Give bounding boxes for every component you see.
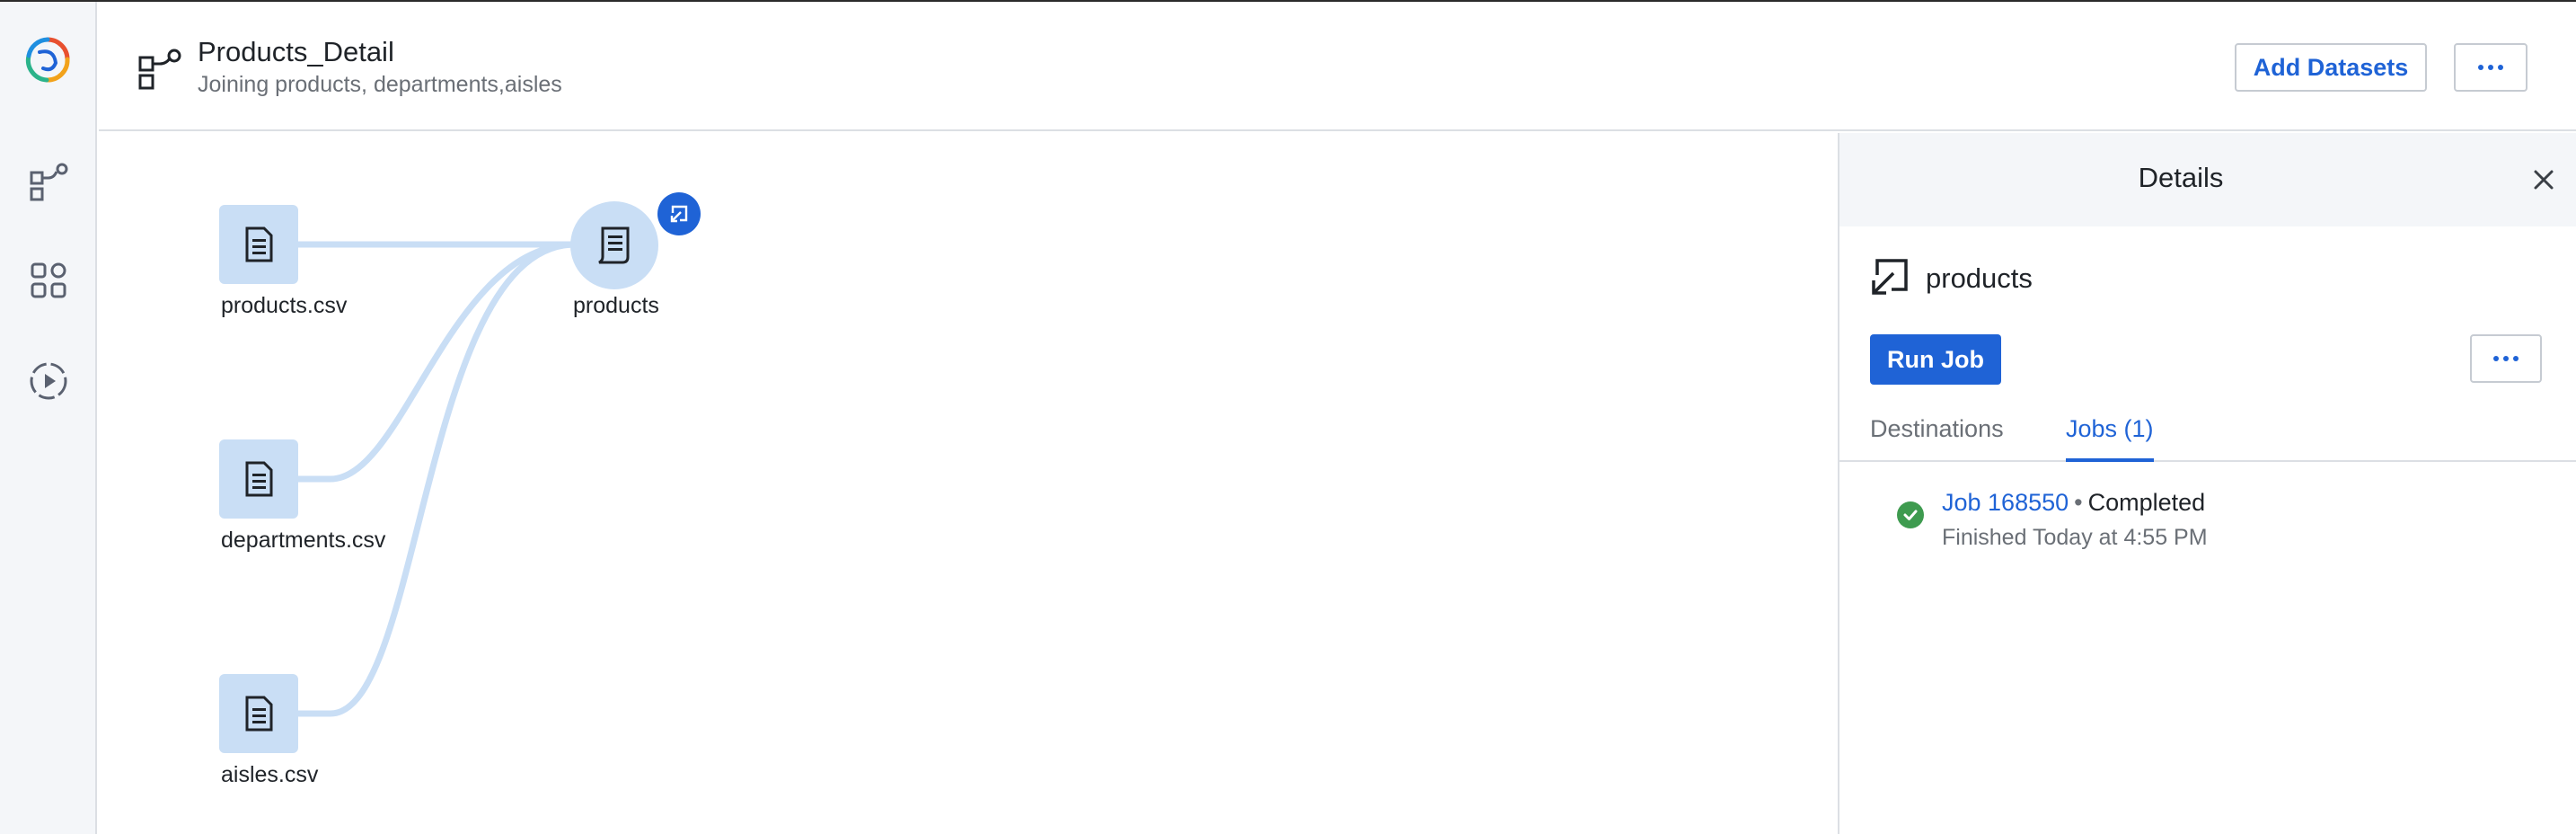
details-more-button[interactable]: [2470, 334, 2542, 383]
nav-flows-button[interactable]: [23, 156, 74, 207]
flow-canvas[interactable]: products.csv departments.csv aisles.csv …: [99, 133, 1838, 834]
page-subtitle: Joining products, departments,aisles: [198, 72, 562, 97]
close-icon[interactable]: [2529, 165, 2558, 194]
source-node-aisles-csv[interactable]: [219, 674, 298, 753]
source-node-label: departments.csv: [221, 528, 386, 553]
job-finished-time: Finished Today at 4:55 PM: [1942, 525, 2208, 550]
recipe-node-label: products: [573, 293, 659, 318]
page-title: Products_Detail: [198, 36, 394, 67]
nav-jobs-button[interactable]: [23, 356, 74, 406]
job-title-line: Job 168550 • Completed: [1942, 489, 2205, 517]
output-arrow-icon: [1866, 255, 1911, 300]
details-title: Details: [2138, 162, 2224, 193]
dataset-name: products: [1926, 262, 2033, 294]
source-node-label: products.csv: [221, 293, 348, 318]
document-icon: [245, 226, 273, 262]
nav-library-button[interactable]: [23, 255, 74, 306]
source-node-label: aisles.csv: [221, 762, 319, 787]
output-badge-button[interactable]: [657, 192, 701, 235]
add-datasets-button[interactable]: Add Datasets: [2235, 43, 2427, 92]
header-more-button[interactable]: [2454, 43, 2527, 92]
flow-header: Products_Detail Joining products, depart…: [99, 2, 2576, 131]
tab-destinations[interactable]: Destinations: [1870, 415, 2004, 462]
flow-edges: [298, 241, 576, 717]
source-node-departments-csv[interactable]: [219, 439, 298, 519]
document-icon: [245, 696, 273, 732]
recipe-icon: [598, 226, 630, 264]
ellipsis-icon: [2493, 356, 2519, 361]
job-link[interactable]: Job 168550: [1942, 489, 2069, 516]
document-icon: [245, 461, 273, 497]
run-job-button[interactable]: Run Job: [1870, 334, 2001, 385]
play-circle-icon: [30, 362, 67, 400]
left-nav-rail: [0, 2, 97, 834]
details-tabs: Destinations Jobs (1): [1839, 415, 2576, 462]
output-arrow-icon: [670, 205, 688, 223]
tab-jobs[interactable]: Jobs (1): [2066, 415, 2154, 462]
recipe-node-products[interactable]: [570, 201, 658, 289]
job-status: Completed: [2087, 489, 2206, 516]
check-circle-icon: [1897, 501, 1924, 528]
flow-icon: [30, 163, 68, 201]
details-panel: Details products Run Job Destinations Jo…: [1838, 133, 2576, 834]
source-node-products-csv[interactable]: [219, 205, 298, 284]
flow-icon: [137, 45, 183, 92]
ellipsis-icon: [2478, 65, 2503, 70]
app-logo-icon[interactable]: [20, 32, 75, 88]
grid-icon: [31, 262, 66, 298]
job-separator: •: [2074, 489, 2083, 516]
